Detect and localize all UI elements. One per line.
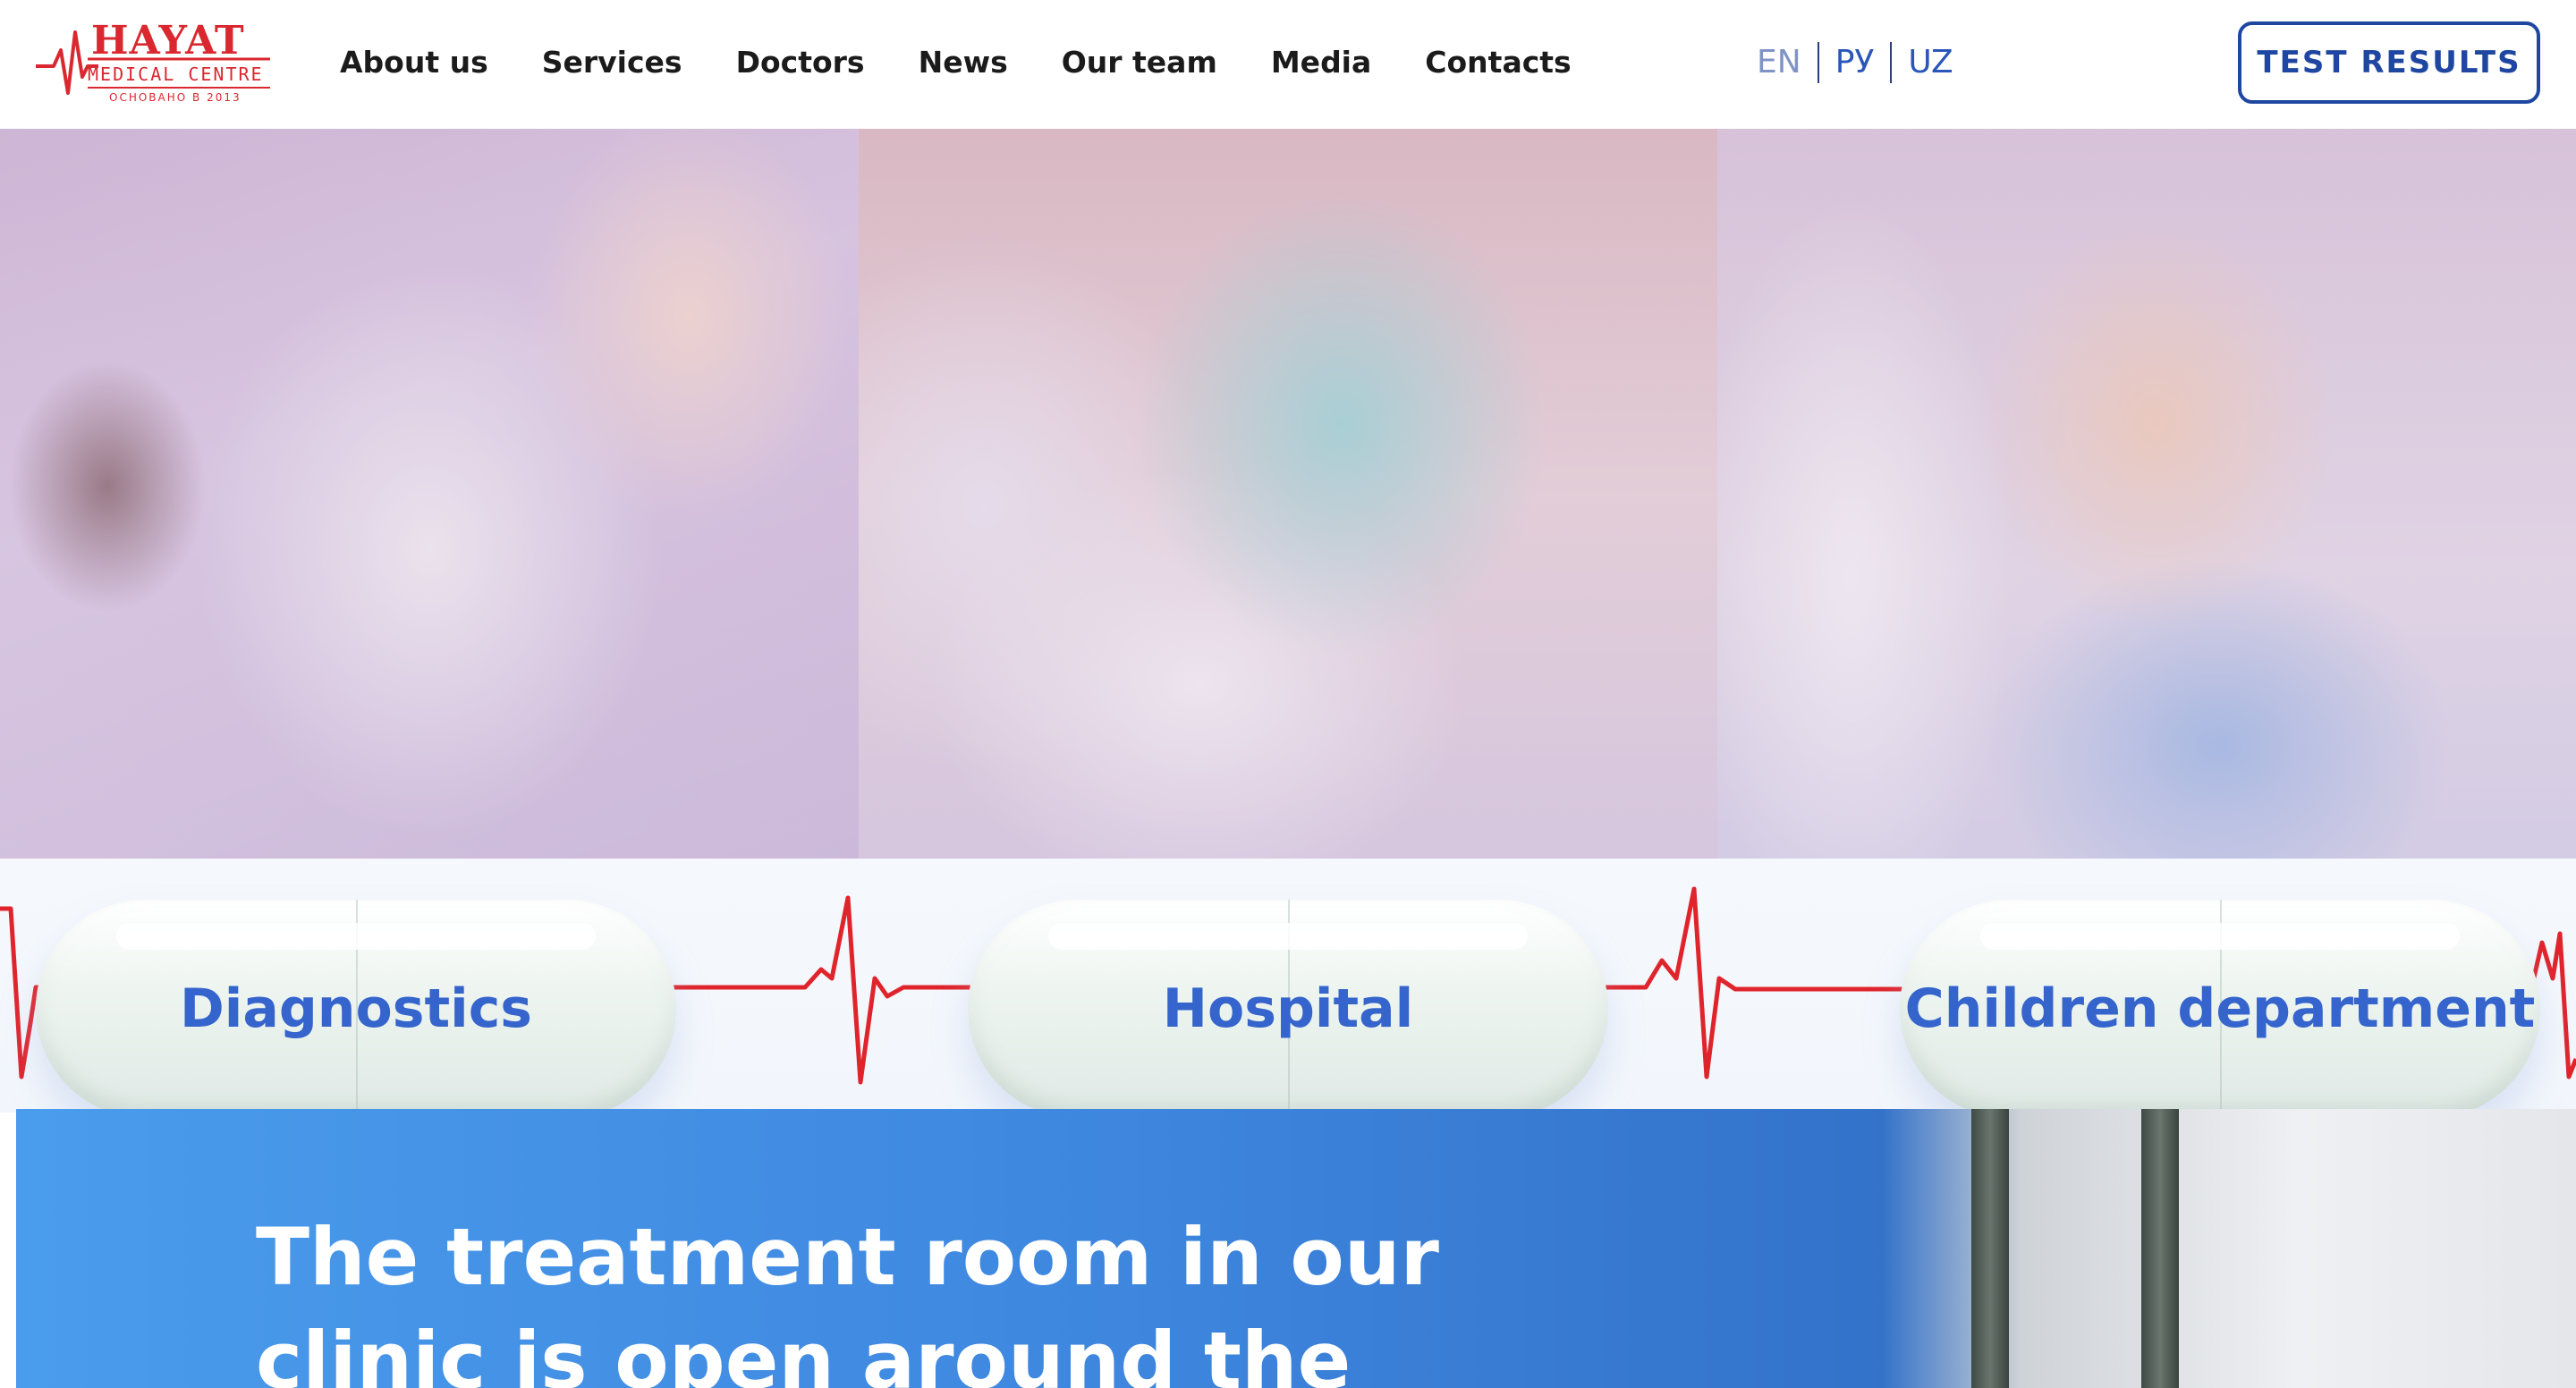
test-results-button[interactable]: TEST RESULTS: [2238, 21, 2540, 104]
nav-our-team[interactable]: Our team: [1062, 39, 1217, 86]
diagnostics-card[interactable]: Diagnostics: [36, 900, 676, 1113]
photo-overlay: [0, 129, 859, 859]
lang-ru[interactable]: РУ: [1835, 39, 1875, 86]
hospital-label: Hospital: [1162, 978, 1414, 1040]
photo-overlay: [1717, 129, 2576, 859]
logo-founded: ОСНОВАНО В 2013: [109, 91, 242, 104]
nav-doctors[interactable]: Doctors: [736, 39, 865, 86]
hero-section: Diagnostics Hospital Children department: [0, 129, 2576, 1113]
photo-overlay: [859, 129, 1717, 859]
site-header: HAYAT MEDICAL CENTRE ОСНОВАНО В 2013 Abo…: [0, 0, 2576, 129]
diagnostics-photo[interactable]: [0, 129, 859, 859]
treatment-room-banner: The treatment room in our clinic is open…: [16, 1109, 2576, 1388]
logo-name: HAYAT: [91, 18, 245, 63]
banner-title: The treatment room in our clinic is open…: [256, 1211, 1439, 1388]
bed-rail: [1971, 1109, 2009, 1388]
children-department-card[interactable]: Children department: [1900, 900, 2540, 1113]
banner-photo: [1882, 1109, 2576, 1388]
hospital-card[interactable]: Hospital: [968, 900, 1608, 1113]
hospital-photo[interactable]: [859, 129, 1717, 859]
nav-media[interactable]: Media: [1271, 39, 1371, 86]
nav-services[interactable]: Services: [542, 39, 682, 86]
lang-en[interactable]: EN: [1757, 39, 1801, 86]
bed-rail: [2141, 1109, 2179, 1388]
lang-divider: [1817, 42, 1819, 83]
nav-news[interactable]: News: [919, 39, 1008, 86]
logo-subtitle: MEDICAL CENTRE: [88, 63, 264, 85]
children-department-photo[interactable]: [1717, 129, 2576, 859]
lang-uz[interactable]: UZ: [1908, 39, 1953, 86]
logo[interactable]: HAYAT MEDICAL CENTRE ОСНОВАНО В 2013: [36, 14, 270, 113]
main-nav: About us Services Doctors News Our team …: [340, 39, 1625, 86]
diagnostics-label: Diagnostics: [180, 978, 532, 1040]
lang-divider: [1890, 42, 1893, 83]
language-switcher: EN РУ UZ: [1757, 39, 1953, 86]
children-department-label: Children department: [1904, 978, 2536, 1040]
nav-about-us[interactable]: About us: [340, 39, 488, 86]
nav-contacts[interactable]: Contacts: [1425, 39, 1571, 86]
